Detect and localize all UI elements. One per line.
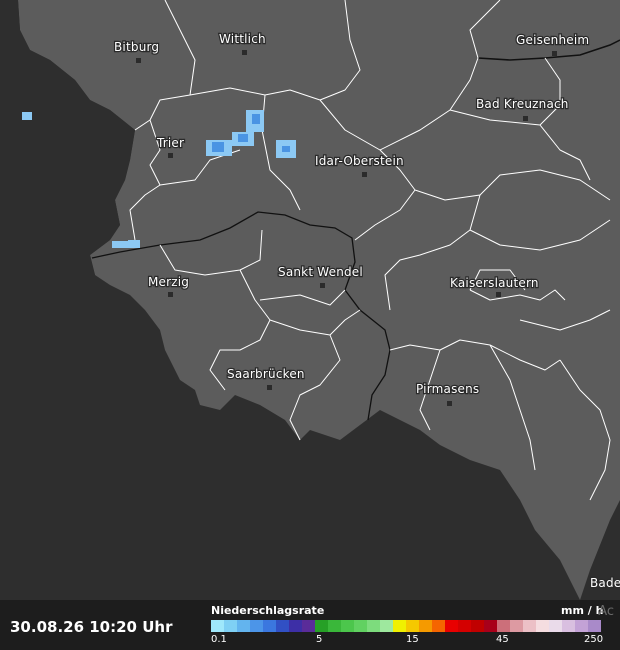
legend-swatch xyxy=(328,620,341,632)
legend-swatch xyxy=(250,620,263,632)
city-marker-icon xyxy=(496,292,501,297)
city-label: Bad Kreuznach xyxy=(476,97,569,111)
legend-swatch xyxy=(237,620,250,632)
city-label: Idar-Oberstein xyxy=(315,154,404,168)
legend-tick: 5 xyxy=(316,634,323,645)
city-marker-icon xyxy=(267,385,272,390)
legend-swatch xyxy=(354,620,367,632)
legend-swatch xyxy=(289,620,302,632)
city-marker-icon xyxy=(136,58,141,63)
legend-swatch xyxy=(445,620,458,632)
legend-swatch xyxy=(393,620,406,632)
legend-title: Niederschlagsrate xyxy=(211,604,325,617)
city-marker-icon xyxy=(242,50,247,55)
legend-tick: 15 xyxy=(406,634,419,645)
city-bade[interactable]: Bade xyxy=(589,575,620,592)
legend-swatch xyxy=(536,620,549,632)
legend-swatch xyxy=(315,620,328,632)
city-label: Pirmasens xyxy=(416,382,479,396)
legend-swatch xyxy=(562,620,575,632)
legend-swatch xyxy=(575,620,588,632)
city-marker-icon xyxy=(168,153,173,158)
legend-swatch xyxy=(380,620,393,632)
legend-swatch xyxy=(367,620,380,632)
legend-swatch xyxy=(276,620,289,632)
legend-swatch xyxy=(406,620,419,632)
city-label: Bitburg xyxy=(114,40,159,54)
radar-footer: 30.08.26 10:20 Uhr Niederschlagsrate mm … xyxy=(0,600,620,650)
city-marker-icon xyxy=(552,51,557,56)
legend-swatch xyxy=(523,620,536,632)
legend-swatch xyxy=(510,620,523,632)
legend-swatch xyxy=(484,620,497,632)
city-label: Merzig xyxy=(148,275,189,289)
attribution-watermark: Ac xyxy=(598,604,614,619)
city-label: Geisenheim xyxy=(516,33,589,47)
city-marker-icon xyxy=(168,292,173,297)
legend-swatch xyxy=(471,620,484,632)
city-marker-icon xyxy=(523,116,528,121)
city-marker-icon xyxy=(320,283,325,288)
legend-swatch xyxy=(419,620,432,632)
city-marker-icon xyxy=(447,401,452,406)
legend-swatch xyxy=(302,620,315,632)
legend-swatch xyxy=(588,620,601,632)
legend-tick: 0.1 xyxy=(211,634,227,645)
legend-tick: 250 xyxy=(584,634,604,645)
weather-radar-map[interactable]: Bitburg Wittlich Geisenheim Bad Kreuznac… xyxy=(0,0,620,600)
legend-unit: mm / h xyxy=(561,604,604,617)
city-label: Wittlich xyxy=(219,32,266,46)
legend-swatch xyxy=(224,620,237,632)
legend-swatch xyxy=(211,620,224,632)
legend-swatch xyxy=(263,620,276,632)
city-label: Trier xyxy=(156,136,184,150)
legend-swatch xyxy=(432,620,445,632)
city-label: Kaiserslautern xyxy=(450,276,539,290)
legend-swatch xyxy=(341,620,354,632)
legend-swatch xyxy=(497,620,510,632)
legend-swatch xyxy=(458,620,471,632)
city-marker-icon xyxy=(362,172,367,177)
legend-swatch xyxy=(549,620,562,632)
city-label: Saarbrücken xyxy=(227,367,305,381)
city-label: Sankt Wendel xyxy=(278,265,363,279)
precipitation-color-scale xyxy=(211,620,601,632)
radar-timestamp: 30.08.26 10:20 Uhr xyxy=(10,618,173,636)
legend-tick: 45 xyxy=(496,634,509,645)
city-label: Bade xyxy=(590,576,620,590)
